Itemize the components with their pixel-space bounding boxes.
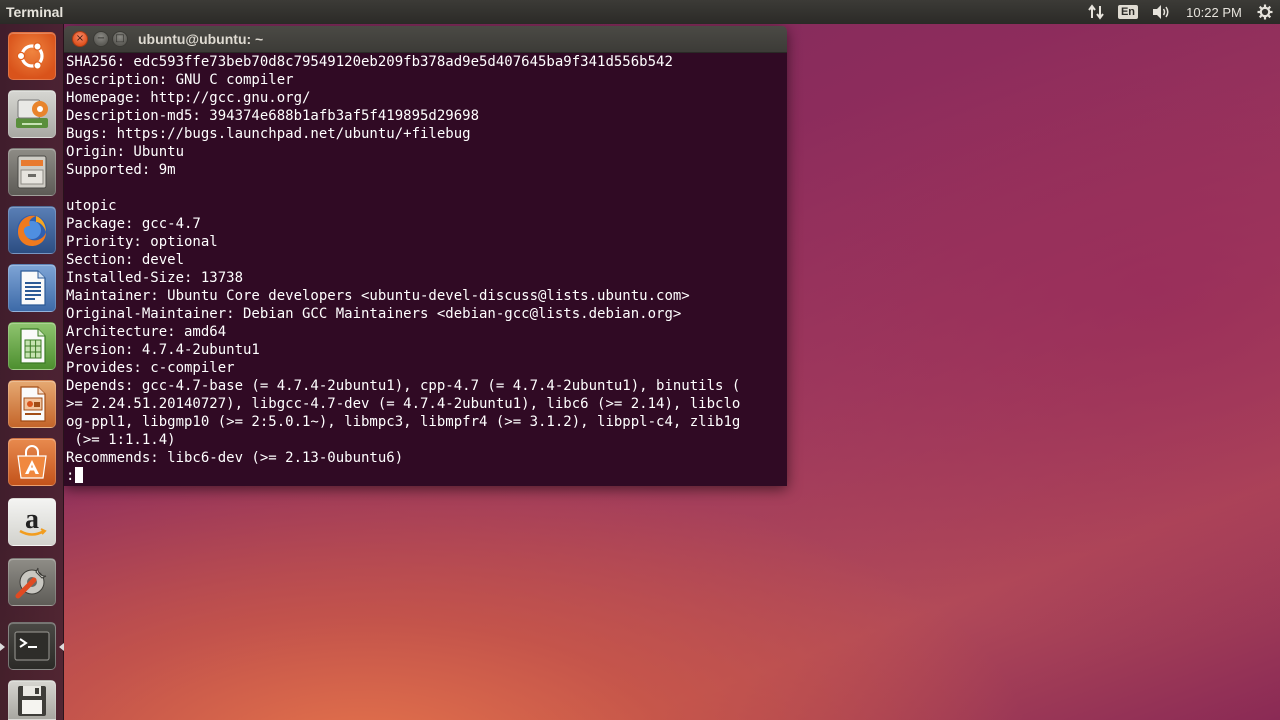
pager-prompt-line[interactable]: : [66, 467, 787, 485]
terminal-window: × − □ ubuntu@ubuntu: ~ SHA256: edc593ffe… [64, 26, 787, 486]
wrench-icon [15, 567, 47, 599]
maximize-button[interactable]: □ [112, 31, 128, 47]
pager-prompt: : [66, 468, 75, 484]
terminal-line: Original-Maintainer: Debian GCC Maintain… [66, 306, 682, 322]
file-cabinet-icon [17, 155, 47, 189]
firefox-icon [17, 215, 47, 246]
disks-button[interactable] [8, 680, 56, 720]
terminal-line: Description: GNU C compiler [66, 72, 294, 88]
software-center-icon [17, 445, 47, 479]
clock[interactable]: 10:22 PM [1178, 0, 1250, 24]
terminal-line: Bugs: https://bugs.launchpad.net/ubuntu/… [66, 126, 471, 142]
amazon-icon: a [19, 504, 47, 536]
terminal-line: Version: 4.7.4-2ubuntu1 [66, 342, 260, 358]
libreoffice-writer-button[interactable] [8, 264, 56, 312]
terminal-line: Installed-Size: 13738 [66, 270, 244, 286]
minimize-button[interactable]: − [93, 31, 109, 47]
terminal-button[interactable] [8, 622, 56, 670]
terminal-line: utopic [66, 198, 117, 214]
top-panel: Terminal En 10:22 PM [0, 0, 1280, 24]
window-title: ubuntu@ubuntu: ~ [138, 31, 264, 47]
terminal-focused-indicator [59, 643, 64, 651]
terminal-line: Package: gcc-4.7 [66, 216, 201, 232]
ubuntu-logo-icon [16, 42, 44, 70]
terminal-line: Architecture: amd64 [66, 324, 227, 340]
floppy-icon [18, 686, 46, 716]
network-updown-icon[interactable] [1080, 0, 1112, 24]
calc-icon [20, 328, 46, 364]
libreoffice-impress-button[interactable] [8, 380, 56, 428]
terminal-line: Section: devel [66, 252, 185, 268]
window-titlebar[interactable]: × − □ ubuntu@ubuntu: ~ [64, 26, 787, 53]
terminal-running-indicator [0, 643, 5, 651]
firefox-button[interactable] [8, 206, 56, 254]
maximize-icon: □ [115, 33, 125, 44]
terminal-line: Priority: optional [66, 234, 218, 250]
terminal-output[interactable]: SHA256: edc593ffe73beb70d8c79549120eb209… [64, 53, 787, 486]
terminal-line: Maintainer: Ubuntu Core developers <ubun… [66, 288, 690, 304]
terminal-icon [14, 631, 50, 661]
terminal-line: Recommends: libc6-dev (>= 2.13-0ubuntu6) [66, 450, 404, 466]
close-button[interactable]: × [72, 31, 88, 47]
close-icon: × [75, 33, 85, 44]
gear-icon[interactable] [1250, 0, 1280, 24]
launcher: a [0, 24, 64, 720]
terminal-line: Origin: Ubuntu [66, 144, 185, 160]
indicator-area: En 10:22 PM [1080, 0, 1280, 24]
libreoffice-calc-button[interactable] [8, 322, 56, 370]
terminal-line: >= 2.24.51.20140727), libgcc-4.7-dev (= … [66, 396, 741, 412]
volume-icon[interactable] [1144, 0, 1178, 24]
system-tools-button[interactable] [8, 558, 56, 606]
ubuntu-software-center-button[interactable] [8, 438, 56, 486]
writer-icon [20, 270, 46, 306]
active-app-title: Terminal [6, 4, 64, 20]
terminal-line: Supported: 9m [66, 162, 176, 178]
system-settings-button[interactable] [8, 90, 56, 138]
keyboard-layout-indicator[interactable]: En [1112, 0, 1144, 24]
keyboard-layout-label: En [1117, 5, 1139, 19]
terminal-line: Depends: gcc-4.7-base (= 4.7.4-2ubuntu1)… [66, 378, 741, 394]
terminal-line: SHA256: edc593ffe73beb70d8c79549120eb209… [66, 54, 673, 70]
terminal-line: (>= 1:1.1.4) [66, 432, 176, 448]
ubuntu-dash-button[interactable] [8, 32, 56, 80]
files-button[interactable] [8, 148, 56, 196]
amazon-button[interactable]: a [8, 498, 56, 546]
terminal-line: og-ppl1, libgmp10 (>= 2:5.0.1~), libmpc3… [66, 414, 741, 430]
terminal-line: Provides: c-compiler [66, 360, 235, 376]
terminal-line: Homepage: http://gcc.gnu.org/ [66, 90, 311, 106]
text-cursor [75, 467, 84, 483]
system-settings-icon [16, 99, 48, 128]
svg-text:a: a [25, 504, 39, 535]
terminal-line: Description-md5: 394374e688b1afb3af5f419… [66, 108, 480, 124]
minimize-icon: − [96, 33, 106, 44]
impress-icon [20, 386, 46, 422]
